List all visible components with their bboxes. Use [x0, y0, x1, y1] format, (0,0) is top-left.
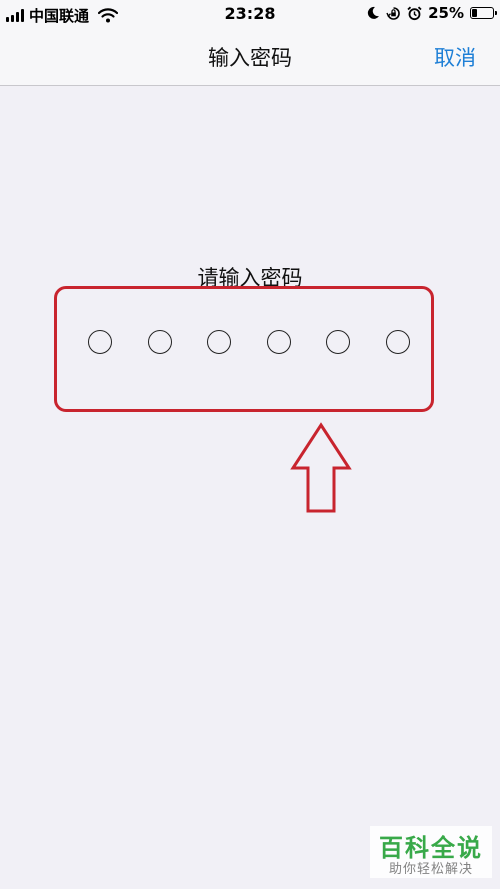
- moon-icon: [367, 6, 380, 19]
- annotation-highlight-box: [54, 286, 434, 412]
- annotation-arrow-up-icon: [290, 422, 352, 513]
- alarm-icon: [407, 6, 422, 20]
- battery-level: [472, 9, 477, 17]
- page-title: 输入密码: [208, 46, 292, 70]
- status-bar: 中国联通 23:28 25%: [0, 0, 500, 28]
- orientation-lock-icon: [386, 6, 400, 20]
- battery-icon: [470, 7, 497, 19]
- watermark-subtitle: 助你轻松解决: [388, 862, 473, 877]
- watermark-logo: 百科全说 助你轻松解决: [370, 826, 492, 878]
- navigation-bar: 输入密码 取消: [0, 28, 500, 86]
- battery-percent: 25%: [428, 4, 464, 22]
- cancel-button[interactable]: 取消: [434, 42, 476, 72]
- status-right: 25%: [366, 4, 497, 22]
